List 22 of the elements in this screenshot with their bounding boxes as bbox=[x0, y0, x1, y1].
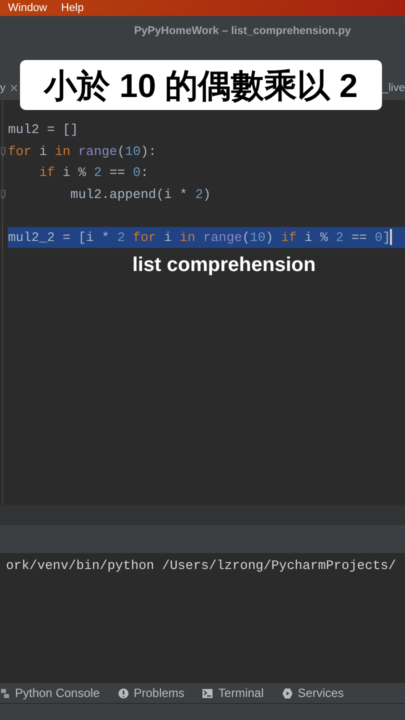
code-line: for i in range(10): bbox=[8, 142, 156, 160]
caption: 小於 10 的偶數乘以 2 bbox=[44, 68, 358, 102]
tool-window-button[interactable]: Python Console bbox=[0, 684, 100, 702]
editor-tab[interactable]: y bbox=[0, 80, 6, 96]
play-icon bbox=[282, 688, 293, 698]
menu-item[interactable]: Help bbox=[61, 0, 84, 16]
window-title: PyPyHomeWork – list_comprehension.py bbox=[134, 24, 351, 38]
tool-window-button[interactable]: Terminal bbox=[202, 684, 264, 702]
fold-icon[interactable] bbox=[1, 146, 6, 156]
editor-tab[interactable]: _live bbox=[382, 80, 405, 96]
code-line: mul2.append(i * 2) bbox=[69, 186, 211, 204]
warning-icon bbox=[118, 688, 129, 698]
tool-window-button[interactable]: Problems bbox=[118, 684, 184, 702]
terminal-icon bbox=[202, 688, 214, 698]
tool-window-button[interactable]: Services bbox=[282, 684, 344, 702]
menu-item[interactable]: Window bbox=[8, 0, 48, 16]
code-line: if i % 2 == 0: bbox=[38, 164, 148, 182]
code-line: mul2 = [] bbox=[8, 121, 78, 139]
console-output: ork/venv/bin/python /Users/lzrong/PycharmProjects/ bbox=[5, 557, 396, 575]
subtitle: list comprehension bbox=[132, 253, 316, 278]
fold-icon[interactable] bbox=[1, 190, 6, 198]
close-icon[interactable] bbox=[10, 84, 18, 92]
